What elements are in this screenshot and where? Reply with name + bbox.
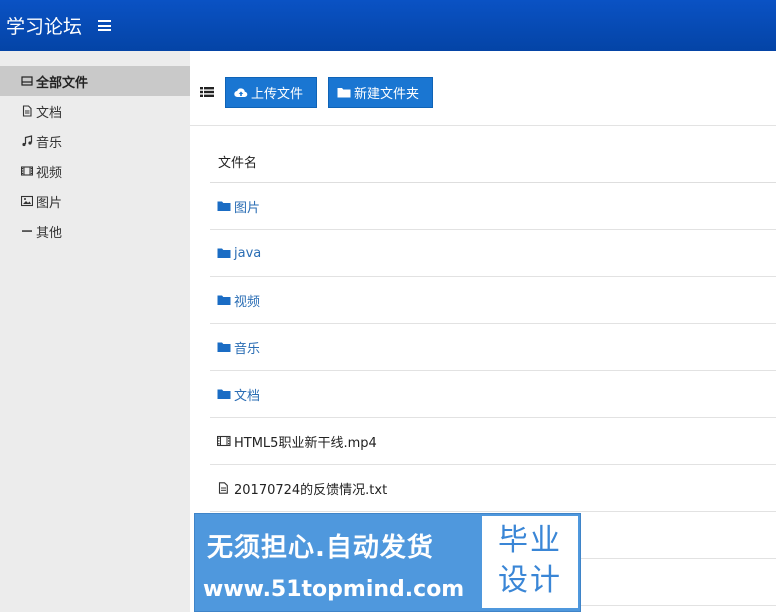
sidebar-item-documents[interactable]: 文档 — [0, 96, 190, 126]
folder-icon — [217, 294, 231, 306]
sidebar-item-label: 图片 — [36, 195, 63, 211]
file-name-link[interactable]: 音乐 — [234, 338, 260, 357]
hamburger-menu-icon[interactable] — [98, 20, 112, 31]
folder-icon — [217, 388, 231, 400]
table-row[interactable]: 视频 — [210, 277, 776, 324]
file-name-link[interactable]: 20170724的反馈情况.txt — [234, 479, 387, 498]
cloud-upload-icon — [234, 88, 248, 98]
sidebar-item-label: 音乐 — [36, 135, 63, 151]
document-icon — [20, 105, 33, 117]
sidebar-item-music[interactable]: 音乐 — [0, 126, 190, 156]
list-view-icon[interactable] — [200, 86, 214, 98]
file-name-link[interactable]: 图片 — [234, 197, 260, 216]
watermark-url: www.51topmind.com — [203, 577, 465, 602]
film-icon — [20, 165, 33, 177]
folder-icon — [217, 341, 231, 353]
file-name-link[interactable]: 文档 — [234, 385, 260, 404]
sidebar-item-label: 视频 — [36, 165, 63, 181]
folder-icon — [217, 200, 231, 212]
new-folder-button-label: 新建文件夹 — [354, 87, 420, 102]
folder-icon — [217, 247, 231, 259]
stamp-line-1: 毕业 — [498, 523, 562, 558]
file-toolbar: 上传文件 新建文件夹 — [190, 51, 776, 126]
video-file-icon — [217, 435, 231, 447]
stamp-line-2: 设计 — [498, 563, 562, 598]
table-row[interactable]: java — [210, 230, 776, 277]
folder-icon — [337, 88, 351, 98]
app-brand-title[interactable]: 学习论坛 — [6, 12, 82, 39]
sidebar-item-video[interactable]: 视频 — [0, 156, 190, 186]
upload-button-label: 上传文件 — [251, 87, 304, 102]
top-navbar: 学习论坛 — [0, 0, 776, 51]
text-file-icon — [217, 482, 231, 494]
file-name-link[interactable]: HTML5职业新干线.mp4 — [234, 432, 377, 451]
table-row[interactable]: 音乐 — [210, 324, 776, 371]
new-folder-button[interactable]: 新建文件夹 — [328, 77, 433, 108]
table-row[interactable]: 文档 — [210, 371, 776, 418]
watermark-stamp: 毕业 设计 — [482, 516, 578, 608]
table-row[interactable]: 图片 — [210, 183, 776, 230]
upload-file-button[interactable]: 上传文件 — [225, 77, 317, 108]
minus-icon — [20, 225, 33, 237]
sidebar: 全部文件 文档 音乐 视频 图片 其他 — [0, 51, 190, 612]
sidebar-item-pictures[interactable]: 图片 — [0, 186, 190, 216]
sidebar-item-label: 其他 — [36, 225, 63, 241]
music-note-icon — [20, 135, 33, 147]
sidebar-item-other[interactable]: 其他 — [0, 216, 190, 246]
watermark-slogan: 无须担心.自动发货 — [207, 533, 434, 563]
sidebar-item-all-files[interactable]: 全部文件 — [0, 66, 190, 96]
sidebar-item-label: 文档 — [36, 105, 63, 121]
file-name-link[interactable]: java — [234, 246, 261, 261]
all-files-icon — [20, 75, 33, 87]
sidebar-nav: 全部文件 文档 音乐 视频 图片 其他 — [0, 66, 190, 246]
table-row[interactable]: HTML5职业新干线.mp4 — [210, 418, 776, 465]
file-name-link[interactable]: 视频 — [234, 291, 260, 310]
file-name-column-header[interactable]: 文件名 — [210, 141, 776, 183]
watermark-banner: 无须担心.自动发货 www.51topmind.com 毕业 设计 — [194, 513, 581, 612]
table-row[interactable]: 20170724的反馈情况.txt — [210, 465, 776, 512]
sidebar-item-label: 全部文件 — [36, 75, 89, 91]
picture-icon — [20, 195, 33, 207]
